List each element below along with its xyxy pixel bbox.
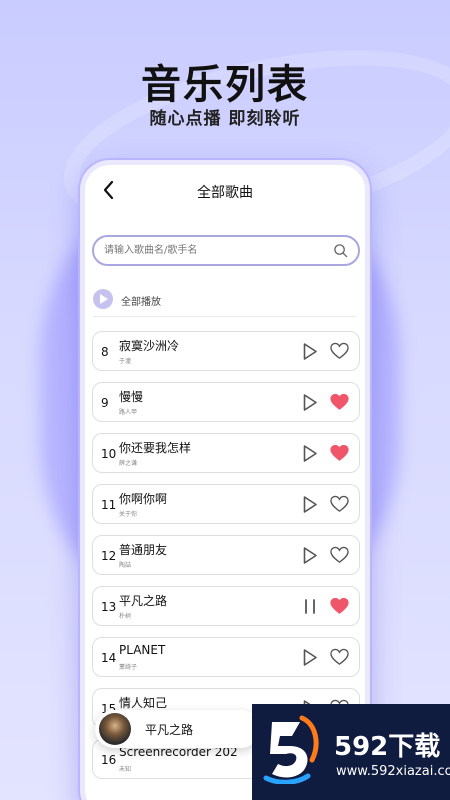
top-bar: 全部歌曲 [85,165,365,217]
song-number: 10 [101,447,117,461]
heart-outline-icon[interactable] [330,648,349,666]
song-title: 平凡之路 [119,594,168,608]
song-title: 情人知己 [119,696,168,710]
play-icon[interactable] [302,495,318,514]
song-artist: 薰绮子 [119,664,138,671]
play-all-row[interactable]: 全部播放 [93,289,357,317]
watermark-url: www.592xiazai.com [336,764,450,779]
play-icon[interactable] [302,444,318,463]
watermark-logo [263,715,319,784]
song-number: 13 [101,600,117,614]
song-number: 8 [101,345,109,359]
pause-icon[interactable] [302,597,318,616]
play-icon[interactable] [302,342,318,361]
song-title: 寂寞沙洲冷 [119,339,180,353]
play-icon[interactable] [302,393,318,412]
song-row[interactable]: 13 平凡之路朴树 [92,586,360,626]
song-title: 你啊你啊 [119,492,168,506]
play-all-icon[interactable] [93,289,113,309]
song-row[interactable]: 12 普通朋友陶喆 [92,535,360,575]
heart-outline-icon[interactable] [330,546,349,564]
album-cover [99,713,131,745]
song-title: 普通朋友 [119,543,168,557]
now-playing-bar[interactable]: 平凡之路 [95,710,260,748]
song-row[interactable]: 9 慢慢路人甲 [92,382,360,422]
heart-filled-icon[interactable] [330,393,349,411]
search-bar [92,235,360,266]
heart-filled-icon[interactable] [330,597,349,615]
song-artist: 关于你 [119,511,138,518]
song-number: 12 [101,549,117,563]
play-icon[interactable] [302,648,318,667]
watermark-name: 592下载 [334,732,441,762]
song-number: 9 [101,396,109,410]
watermark-badge: 592下载 www.592xiazai.com [252,704,450,800]
heart-outline-icon[interactable] [330,342,349,360]
song-title: PLANET [119,643,166,657]
song-number: 16 [101,753,117,767]
song-number: 14 [101,651,117,665]
play-all-label: 全部播放 [121,297,161,308]
song-row[interactable]: 11 你啊你啊关于你 [92,484,360,524]
play-icon[interactable] [302,546,318,565]
page-title: 全部歌曲 [197,185,253,201]
hero-title: 音乐列表 [141,62,309,108]
song-artist: 路人甲 [119,409,138,416]
search-icon[interactable] [333,243,348,258]
song-artist: 薛之谦 [119,460,138,467]
heart-filled-icon[interactable] [330,444,349,462]
heart-outline-icon[interactable] [330,495,349,513]
song-title: 你还要我怎样 [119,441,192,455]
song-row[interactable]: 8 寂寞沙洲冷于潼 [92,331,360,371]
song-artist: 朴树 [119,613,132,620]
song-artist: 于潼 [119,358,132,365]
search-input[interactable] [104,237,324,264]
song-number: 11 [101,498,117,512]
hero-subtitle: 随心点播 即刻聆听 [149,109,301,129]
song-artist: 未知 [119,766,132,773]
song-row[interactable]: 10 你还要我怎样薛之谦 [92,433,360,473]
song-row[interactable]: 14 PLANET 薰绮子 [92,637,360,677]
song-title: 慢慢 [119,390,144,404]
song-artist: 陶喆 [119,562,132,569]
now-playing-title: 平凡之路 [145,723,194,737]
divider [93,316,357,317]
